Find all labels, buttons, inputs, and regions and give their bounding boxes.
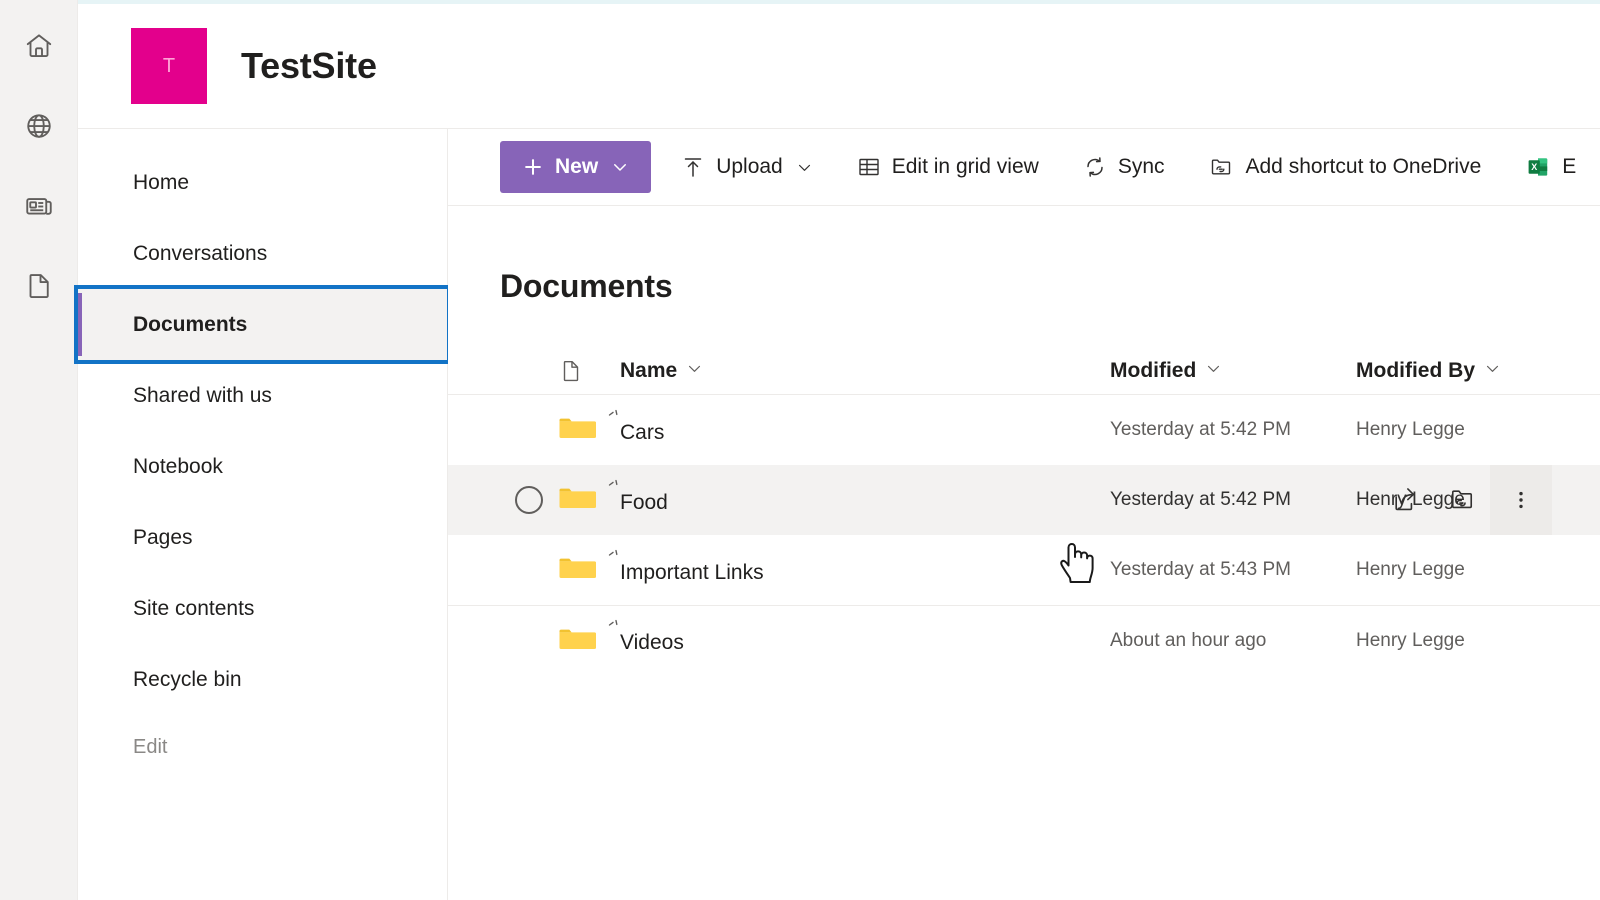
row-modified-by-cell: Henry Legge [1356, 629, 1465, 651]
site-navigation: Home Conversations Documents Shared with… [74, 128, 451, 900]
share-icon[interactable] [1378, 465, 1434, 535]
sidebar-item-label: Notebook [133, 454, 223, 478]
row-name-label: Food [620, 490, 668, 514]
row-name-label: Important Links [620, 560, 764, 584]
row-name-label: Videos [620, 631, 684, 654]
more-options-icon[interactable] [1490, 465, 1552, 535]
news-icon[interactable] [15, 182, 63, 230]
new-item-indicator-icon [606, 547, 624, 570]
grid-icon [857, 155, 881, 179]
chevron-down-icon [686, 359, 703, 383]
main-content: Documents Name Modified Modified By Cars… [448, 206, 1600, 900]
sidebar-item-label: Home [133, 170, 190, 194]
table-row[interactable]: Cars Yesterday at 5:42 PM Henry Legge [448, 395, 1600, 465]
excel-icon: X [1525, 154, 1551, 180]
row-select-cell[interactable] [500, 486, 558, 514]
page-title: Documents [500, 268, 673, 304]
new-button-label: New [555, 155, 599, 178]
modified-by-column-header[interactable]: Modified By [1356, 359, 1600, 383]
modified-by-column-label: Modified By [1356, 358, 1475, 382]
file-list: Name Modified Modified By Cars Yesterday… [448, 347, 1600, 675]
new-item-indicator-icon [606, 617, 624, 640]
row-name-label: Cars [620, 420, 665, 444]
export-to-excel-button[interactable]: X E [1511, 141, 1590, 193]
row-modified-cell: Yesterday at 5:42 PM [1110, 419, 1291, 440]
copy-link-icon[interactable] [1434, 465, 1490, 535]
sidebar-item-pages[interactable]: Pages [78, 502, 447, 573]
edit-in-grid-view-button[interactable]: Edit in grid view [843, 141, 1053, 193]
upload-label: Upload [716, 155, 783, 178]
row-modified-cell: Yesterday at 5:42 PM [1110, 489, 1291, 510]
sidebar-item-shared-with-us[interactable]: Shared with us [78, 360, 447, 431]
sync-icon [1083, 155, 1107, 179]
sidebar-item-label: Shared with us [133, 383, 272, 407]
export-to-excel-label: E [1562, 155, 1577, 178]
sidebar-item-notebook[interactable]: Notebook [78, 431, 447, 502]
globe-icon[interactable] [15, 102, 63, 150]
site-logo-letter: T [162, 55, 176, 77]
chevron-down-icon [1205, 359, 1222, 383]
plus-icon [522, 156, 544, 178]
site-title: TestSite [241, 45, 377, 86]
home-icon[interactable] [15, 22, 63, 70]
new-item-indicator-icon [606, 407, 624, 430]
new-item-indicator-icon [606, 477, 624, 500]
app-rail [0, 0, 78, 900]
site-logo[interactable]: T [131, 28, 207, 104]
sidebar-item-label: Conversations [133, 241, 268, 265]
chevron-down-icon [1484, 359, 1501, 383]
table-row[interactable]: Videos About an hour ago Henry Legge [448, 605, 1600, 675]
row-action-group [1378, 465, 1552, 535]
sidebar-edit-link[interactable]: Edit [78, 715, 447, 779]
chevron-down-icon [796, 159, 813, 176]
list-header-row: Name Modified Modified By [448, 347, 1600, 395]
table-row[interactable]: Food Yesterday at 5:42 PM Henry Legge [448, 465, 1600, 535]
sync-button[interactable]: Sync [1069, 141, 1179, 193]
row-name-cell[interactable]: Important Links [608, 549, 1110, 584]
sidebar-item-conversations[interactable]: Conversations [78, 218, 447, 289]
row-name-cell[interactable]: Videos [608, 619, 1110, 654]
name-column-header[interactable]: Name [620, 359, 1110, 383]
sidebar-item-home[interactable]: Home [78, 147, 447, 218]
row-modified-cell: About an hour ago [1110, 629, 1267, 651]
add-shortcut-to-onedrive-button[interactable]: Add shortcut to OneDrive [1195, 141, 1496, 193]
sidebar-item-label: Pages [133, 525, 193, 549]
row-name-cell[interactable]: Cars [608, 409, 1110, 444]
sharepoint-document-library: T TestSite Home Conversations Documents … [0, 0, 1600, 900]
upload-icon [681, 155, 705, 179]
name-column-label: Name [620, 358, 678, 382]
document-icon[interactable] [15, 262, 63, 310]
row-modified-by-cell: Henry Legge [1356, 419, 1465, 440]
new-button[interactable]: New [500, 141, 652, 193]
modified-column-label: Modified [1110, 358, 1197, 382]
row-modified-cell: Yesterday at 5:43 PM [1110, 559, 1291, 580]
row-select-checkbox[interactable] [515, 486, 543, 514]
command-bar: New Upload Edit in grid view Sync Add sh… [448, 128, 1600, 206]
row-name-cell[interactable]: Food [608, 479, 1110, 514]
svg-text:X: X [1531, 162, 1537, 172]
sidebar-item-recycle-bin[interactable]: Recycle bin [78, 644, 447, 715]
site-header: T TestSite [78, 4, 1600, 128]
sidebar-item-site-contents[interactable]: Site contents [78, 573, 447, 644]
sidebar-item-label: Site contents [133, 596, 255, 620]
sync-label: Sync [1117, 155, 1165, 178]
file-type-column-header[interactable] [558, 358, 620, 384]
row-modified-by-cell: Henry Legge [1356, 559, 1465, 580]
sidebar-item-label: Documents [133, 312, 248, 336]
sidebar-item-label: Recycle bin [133, 667, 242, 691]
sidebar-edit-label: Edit [133, 735, 168, 758]
edit-in-grid-view-label: Edit in grid view [891, 155, 1039, 178]
upload-button[interactable]: Upload [667, 141, 827, 193]
modified-column-header[interactable]: Modified [1110, 359, 1356, 383]
add-shortcut-icon [1209, 154, 1235, 180]
chevron-down-icon [611, 158, 629, 176]
table-row[interactable]: Important Links Yesterday at 5:43 PM Hen… [448, 535, 1600, 605]
add-shortcut-label: Add shortcut to OneDrive [1245, 155, 1482, 178]
sidebar-item-documents[interactable]: Documents [74, 285, 451, 364]
